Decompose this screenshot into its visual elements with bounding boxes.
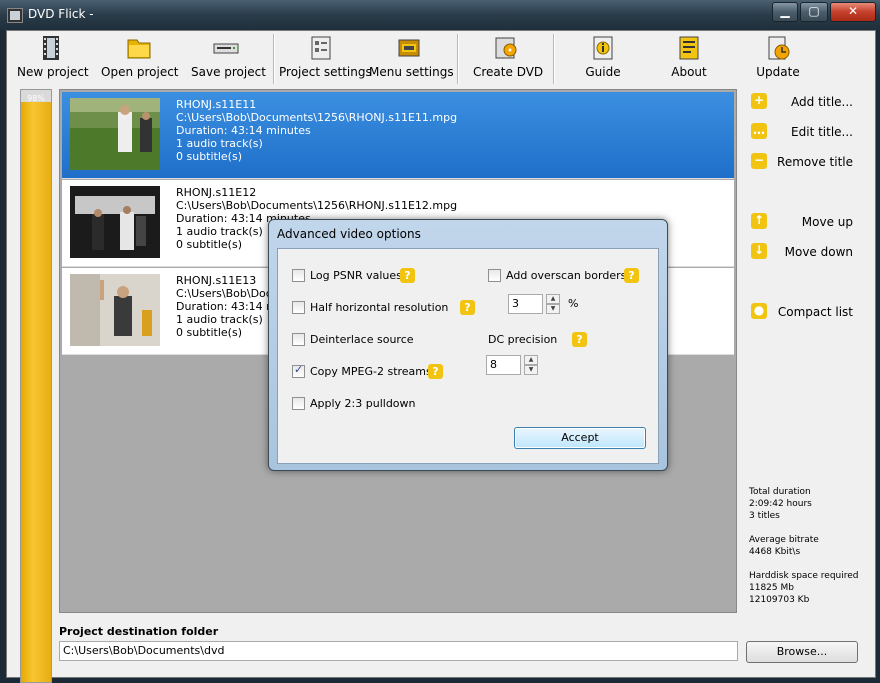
dc-precision-input[interactable]: 8 bbox=[486, 355, 521, 375]
title-info: RHONJ.s11E11 C:\Users\Bob\Documents\1256… bbox=[176, 98, 457, 163]
guide-button[interactable]: Guide bbox=[581, 35, 625, 79]
move-down-button[interactable]: ↓ Move down bbox=[751, 241, 853, 263]
overscan-stepper[interactable]: 3 ▲ ▼ bbox=[508, 294, 562, 314]
title-row[interactable]: RHONJ.s11E11 C:\Users\Bob\Documents\1256… bbox=[62, 92, 734, 179]
about-icon bbox=[679, 36, 699, 60]
accept-button[interactable]: Accept bbox=[514, 427, 646, 449]
title-name: RHONJ.s11E12 bbox=[176, 186, 257, 199]
update-icon bbox=[768, 36, 790, 60]
arrow-down-icon: ↓ bbox=[751, 243, 767, 259]
help-icon[interactable]: ? bbox=[572, 332, 587, 347]
title-thumbnail bbox=[70, 186, 160, 258]
title-duration: Duration: 43:14 minutes bbox=[176, 124, 311, 137]
destination-folder-input[interactable]: C:\Users\Bob\Documents\dvd bbox=[59, 641, 738, 661]
title-audio: 1 audio track(s) bbox=[176, 137, 263, 150]
dialog-body: Log PSNR values ? Half horizontal resolu… bbox=[277, 248, 659, 464]
copy-mpeg2-checkbox[interactable]: Copy MPEG-2 streams bbox=[292, 363, 432, 379]
spin-down-icon[interactable]: ▼ bbox=[546, 304, 560, 314]
create-dvd-button[interactable]: Create DVD bbox=[473, 35, 543, 79]
ellipsis-icon: … bbox=[751, 123, 767, 139]
app-icon bbox=[7, 8, 23, 23]
spin-up-icon[interactable]: ▲ bbox=[524, 355, 538, 365]
percent-label: % bbox=[568, 297, 579, 310]
save-drive-icon bbox=[213, 43, 239, 54]
save-project-button[interactable]: Save project bbox=[191, 35, 266, 79]
deinterlace-checkbox[interactable]: Deinterlace source bbox=[292, 332, 414, 347]
total-duration-label: Total duration bbox=[749, 487, 811, 497]
encode-progress-bar: 98% bbox=[20, 89, 52, 683]
menu-icon bbox=[398, 39, 420, 57]
add-title-button[interactable]: + Add title... bbox=[751, 91, 853, 113]
help-icon[interactable]: ? bbox=[460, 300, 475, 315]
disk-space-kb: 12109703 Kb bbox=[749, 595, 810, 605]
title-path: C:\Users\Bob\Documents\1256\RHONJ.s11E11… bbox=[176, 111, 458, 124]
minus-icon: − bbox=[751, 153, 767, 169]
disk-space-label: Harddisk space required bbox=[749, 571, 859, 581]
dialog-title: Advanced video options bbox=[277, 227, 421, 241]
checkbox-box[interactable] bbox=[292, 268, 305, 282]
arrow-up-icon: ↑ bbox=[751, 213, 767, 229]
overscan-checkbox[interactable]: Add overscan borders bbox=[488, 268, 626, 283]
plus-icon: + bbox=[751, 93, 767, 109]
compact-list-button[interactable]: ● Compact list bbox=[751, 301, 853, 323]
title-name: RHONJ.s11E11 bbox=[176, 98, 257, 111]
advanced-video-options-dialog: Advanced video options Log PSNR values ?… bbox=[268, 219, 668, 471]
project-stats: Total duration 2:09:42 hours 3 titles Av… bbox=[749, 486, 859, 606]
checkbox-box[interactable] bbox=[292, 396, 305, 410]
title-thumbnail bbox=[70, 274, 160, 346]
settings-icon bbox=[311, 36, 331, 60]
total-duration-value: 2:09:42 hours bbox=[749, 499, 812, 509]
help-icon[interactable]: ? bbox=[428, 364, 443, 379]
checkbox-box-checked[interactable] bbox=[292, 363, 305, 378]
guide-icon bbox=[593, 36, 613, 60]
average-bitrate-label: Average bitrate bbox=[749, 535, 819, 545]
new-project-button[interactable]: New project bbox=[17, 35, 89, 79]
pulldown-checkbox[interactable]: Apply 2:3 pulldown bbox=[292, 396, 416, 411]
toolbar-separator bbox=[457, 34, 459, 84]
help-icon[interactable]: ? bbox=[624, 268, 639, 283]
total-titles-value: 3 titles bbox=[749, 511, 780, 521]
update-button[interactable]: Update bbox=[753, 35, 803, 79]
compact-list-icon: ● bbox=[751, 303, 767, 319]
browse-button[interactable]: Browse... bbox=[746, 641, 858, 663]
checkbox-box[interactable] bbox=[488, 268, 501, 282]
title-subtitles: 0 subtitle(s) bbox=[176, 150, 242, 163]
dvd-burn-icon bbox=[495, 37, 517, 59]
spin-down-icon[interactable]: ▼ bbox=[524, 365, 538, 375]
dc-precision-stepper[interactable]: 8 ▲ ▼ bbox=[486, 355, 540, 375]
toolbar-separator bbox=[273, 34, 275, 84]
progress-fill bbox=[21, 101, 51, 682]
dc-precision-label: DC precision bbox=[488, 333, 558, 346]
overscan-value-input[interactable]: 3 bbox=[508, 294, 543, 314]
film-icon bbox=[43, 36, 59, 60]
average-bitrate-value: 4468 Kbit\s bbox=[749, 547, 801, 557]
help-icon[interactable]: ? bbox=[400, 268, 415, 283]
about-button[interactable]: About bbox=[667, 35, 711, 79]
title-path: C:\Users\Bob\Documents\1256\RHONJ.s11E12… bbox=[176, 199, 458, 212]
toolbar-separator bbox=[553, 34, 555, 84]
edit-title-button[interactable]: … Edit title... bbox=[751, 121, 853, 143]
window-title: DVD Flick - bbox=[28, 7, 94, 21]
destination-label: Project destination folder bbox=[59, 625, 219, 638]
move-up-button[interactable]: ↑ Move up bbox=[751, 211, 853, 233]
minimize-button[interactable]: ▁ bbox=[772, 2, 798, 22]
close-button[interactable]: ✕ bbox=[830, 2, 876, 22]
remove-title-button[interactable]: − Remove title bbox=[751, 151, 853, 173]
toolbar: New project Open project Save project Pr… bbox=[7, 31, 875, 87]
spin-up-icon[interactable]: ▲ bbox=[546, 294, 560, 304]
checkbox-box[interactable] bbox=[292, 300, 305, 314]
disk-space-mb: 11825 Mb bbox=[749, 583, 794, 593]
half-resolution-checkbox[interactable]: Half horizontal resolution bbox=[292, 300, 448, 315]
progress-text: 98% bbox=[27, 94, 45, 103]
log-psnr-checkbox[interactable]: Log PSNR values bbox=[292, 268, 402, 283]
maximize-button[interactable]: ▢ bbox=[800, 2, 828, 22]
folder-icon bbox=[127, 39, 151, 59]
menu-settings-button[interactable]: Menu settings bbox=[369, 35, 454, 79]
title-thumbnail bbox=[70, 98, 160, 170]
project-settings-button[interactable]: Project settings bbox=[279, 35, 372, 79]
open-project-button[interactable]: Open project bbox=[101, 35, 179, 79]
checkbox-box[interactable] bbox=[292, 332, 305, 346]
title-bar: DVD Flick - ▁ ▢ ✕ bbox=[0, 0, 880, 30]
